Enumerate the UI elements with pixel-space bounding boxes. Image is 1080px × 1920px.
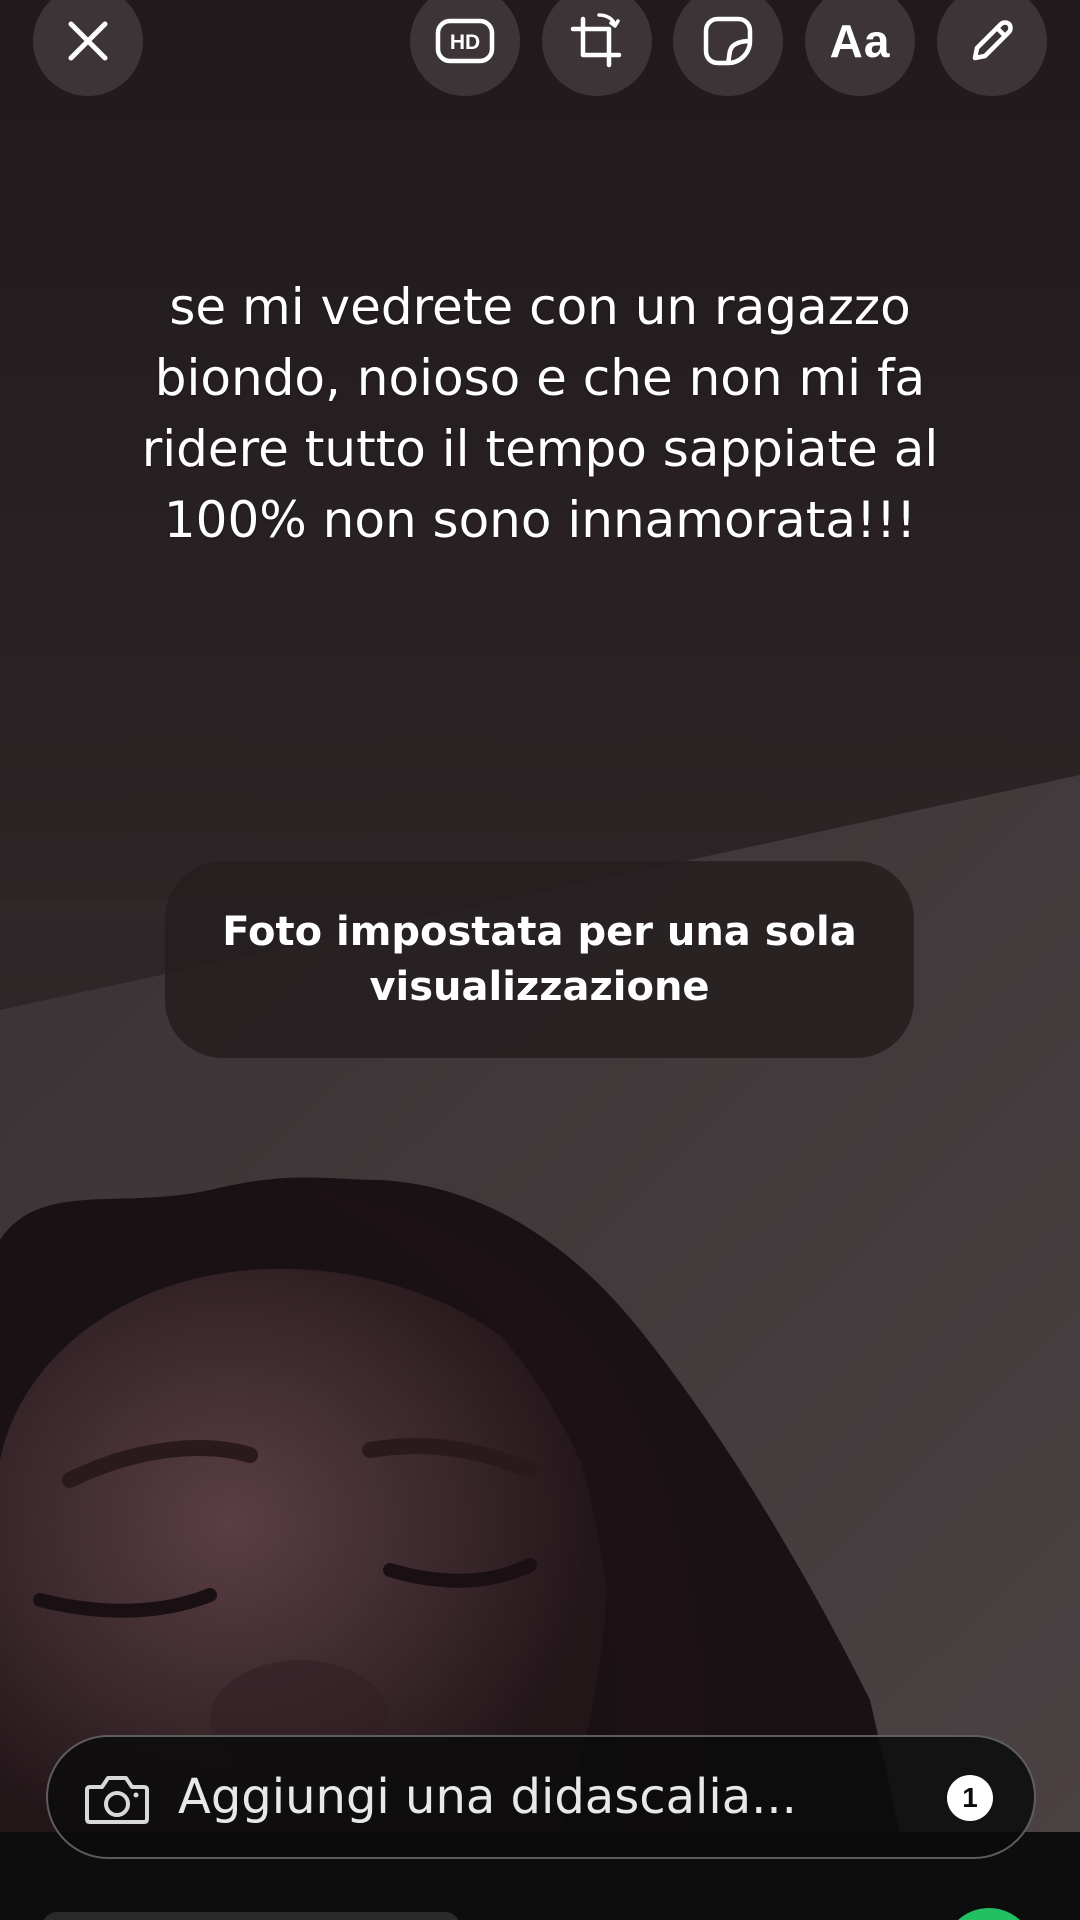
camera-icon[interactable] <box>84 1773 150 1825</box>
view-once-toast: Foto impostata per una sola visualizzazi… <box>165 861 914 1058</box>
pencil-icon <box>972 20 1013 61</box>
view-once-label: 1 <box>962 1782 978 1813</box>
view-once-toast-text: Foto impostata per una sola visualizzazi… <box>222 908 857 1010</box>
recipient-chip[interactable] <box>42 1912 460 1920</box>
hd-label: HD <box>450 31 480 54</box>
view-once-toggle[interactable]: 1 <box>947 1775 993 1821</box>
crop-rotate-icon <box>570 13 622 68</box>
photo-overlay-text[interactable]: se mi vedrete con un ragazzo biondo, noi… <box>80 272 1000 556</box>
caption-bar: 1 <box>46 1735 1036 1859</box>
close-icon <box>68 21 108 61</box>
hd-icon: HD <box>435 18 495 64</box>
text-tool-label: Aa <box>829 15 891 67</box>
media-editor-screen: HD Aa se mi vedrete con un ragazzo biond… <box>0 0 1080 1920</box>
caption-input[interactable] <box>170 1759 866 1835</box>
sticker-icon <box>703 16 753 66</box>
